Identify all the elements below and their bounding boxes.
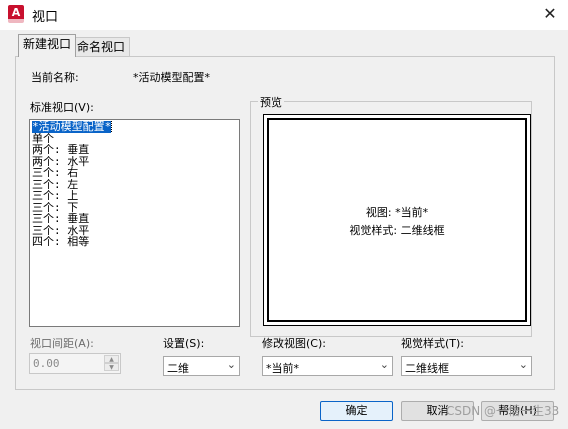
change-view-dropdown[interactable]: *当前* ⌄ xyxy=(262,356,393,376)
visual-style-label: 视觉样式(T): xyxy=(401,337,465,350)
list-item-text: 四个: 相等 xyxy=(32,236,90,248)
list-item[interactable]: 三个: 右 xyxy=(32,167,239,179)
watermark-text: CSDN @一悟一生33 xyxy=(446,404,560,418)
ok-button[interactable]: 确定 xyxy=(320,401,393,421)
list-item[interactable]: 三个: 左 xyxy=(32,179,239,191)
chevron-down-icon: ⌄ xyxy=(518,358,528,371)
viewport-spacing-value: 0.00 xyxy=(33,357,60,370)
preview-label: 预览 xyxy=(258,94,284,110)
standard-viewports-label: 标准视口(V): xyxy=(30,101,94,114)
setup-value: 二维 xyxy=(167,362,189,375)
tab-new-viewports[interactable]: 新建视口 xyxy=(18,34,77,57)
setup-dropdown[interactable]: 二维 ⌄ xyxy=(163,356,240,376)
list-item-text: 两个: 水平 xyxy=(32,155,90,167)
list-item-text: 单个 xyxy=(32,132,54,144)
preview-view-text: 视图: *当前* xyxy=(365,206,429,219)
title-bar: A 视口 ✕ xyxy=(0,0,568,30)
chevron-down-icon: ⌄ xyxy=(226,358,236,371)
change-view-label: 修改视图(C): xyxy=(262,337,326,350)
visual-style-dropdown[interactable]: 二维线框 ⌄ xyxy=(401,356,532,376)
list-item[interactable]: 两个: 垂直 xyxy=(32,144,239,156)
list-item[interactable]: *活动模型配置* xyxy=(32,121,239,133)
preview-frame: 视图: *当前* 视觉样式: 二维线框 xyxy=(263,114,531,326)
chevron-down-icon: ⌄ xyxy=(379,358,389,371)
list-item-text: 三个: 左 xyxy=(32,178,79,190)
standard-viewports-list[interactable]: *活动模型配置* 单个 两个: 垂直 两个: 水平 三个: 右三个: 左三个: 上三个:… xyxy=(29,119,240,327)
change-view-value: *当前* xyxy=(266,362,299,375)
spin-up-icon: ▲ xyxy=(104,355,119,363)
current-name-label: 当前名称: xyxy=(31,71,79,84)
autocad-app-icon: A xyxy=(8,5,24,23)
list-item-text: 三个: 右 xyxy=(32,167,79,179)
list-item-text: *活动模型配置* xyxy=(32,121,113,133)
list-item[interactable]: 三个: 水平 xyxy=(32,225,239,237)
list-item[interactable]: 单个 xyxy=(32,133,239,145)
list-item[interactable]: 三个: 垂直 xyxy=(32,213,239,225)
window-title: 视口 xyxy=(32,10,59,25)
viewport-spacing-label: 视口间距(A): xyxy=(30,337,94,350)
setup-label: 设置(S): xyxy=(163,337,205,350)
viewport-spacing-spinner: 0.00 ▲ ▼ xyxy=(29,353,121,374)
current-name-value: *活动模型配置* xyxy=(133,71,210,84)
list-item-text: 两个: 垂直 xyxy=(32,144,90,156)
spin-down-icon: ▼ xyxy=(104,363,119,371)
list-item[interactable]: 四个: 相等 xyxy=(32,236,239,248)
preview-viewport-border xyxy=(267,118,527,322)
list-item[interactable]: 三个: 上 xyxy=(32,190,239,202)
list-item[interactable]: 两个: 水平 xyxy=(32,156,239,168)
list-item-text: 三个: 上 xyxy=(32,190,79,202)
visual-style-value: 二维线框 xyxy=(405,362,449,375)
tab-named-viewports[interactable]: 命名视口 xyxy=(72,37,131,57)
list-item-text: 三个: 下 xyxy=(32,201,79,213)
preview-style-text: 视觉样式: 二维线框 xyxy=(349,224,445,237)
close-icon[interactable]: ✕ xyxy=(538,3,562,25)
list-item-text: 三个: 垂直 xyxy=(32,213,90,225)
list-item[interactable]: 三个: 下 xyxy=(32,202,239,214)
list-item-text: 三个: 水平 xyxy=(32,224,90,236)
